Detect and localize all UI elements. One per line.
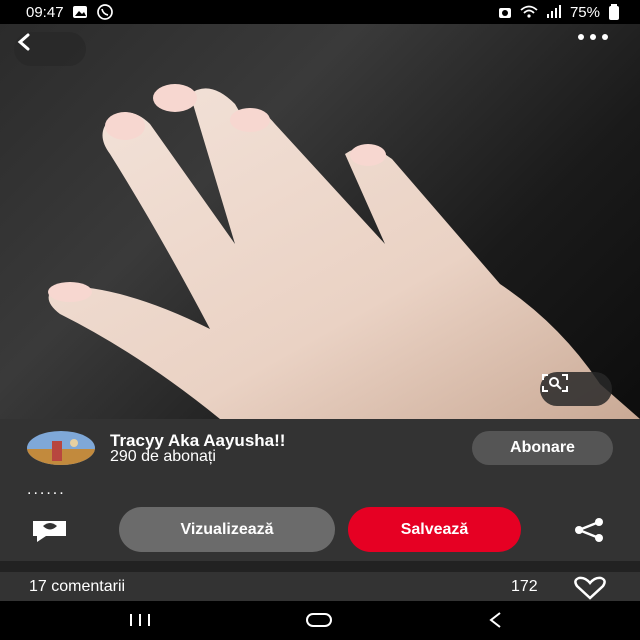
more-icon [578,34,608,40]
avatar-image [27,431,95,465]
pin-details-panel: Tracyy Aka Aayusha!! 290 de abonați Abon… [0,419,640,601]
like-count: 172 [511,578,538,595]
status-right: 75% [498,4,620,21]
image-icon [72,6,87,18]
battery-icon [609,4,619,20]
follower-count: 290 de abonați [110,448,216,465]
status-time: 09:47 [26,3,64,21]
alarm-icon [498,8,511,18]
status-left: 09:47 [26,3,114,21]
status-bar: 09:47 75% [0,0,640,24]
comments-count[interactable]: 17 comentarii [29,578,125,596]
comment-icon[interactable] [28,516,72,544]
signal-icon [546,5,561,18]
save-button[interactable]: Salvează [348,507,521,552]
nav-back-icon[interactable] [484,610,508,630]
heart-icon[interactable] [572,576,608,600]
hand-illustration [48,84,640,419]
visual-search-icon [542,374,568,392]
system-nav-bar [0,601,640,640]
author-avatar[interactable] [27,431,95,465]
back-icon [17,33,30,51]
wifi-icon [520,5,538,18]
view-button[interactable]: Vizualizează [119,507,335,552]
more-options-button[interactable] [576,32,622,68]
follow-button[interactable]: Abonare [472,431,613,465]
visual-search-button[interactable] [540,372,612,406]
back-button[interactable] [14,32,86,66]
pin-image[interactable] [0,24,640,419]
section-divider [0,561,640,572]
share-icon[interactable] [572,518,606,542]
pin-description: ...... [27,481,66,498]
recents-icon[interactable] [126,610,154,630]
battery-percent: 75% [569,3,600,21]
home-icon[interactable] [303,610,337,630]
whatsapp-icon [96,4,113,20]
